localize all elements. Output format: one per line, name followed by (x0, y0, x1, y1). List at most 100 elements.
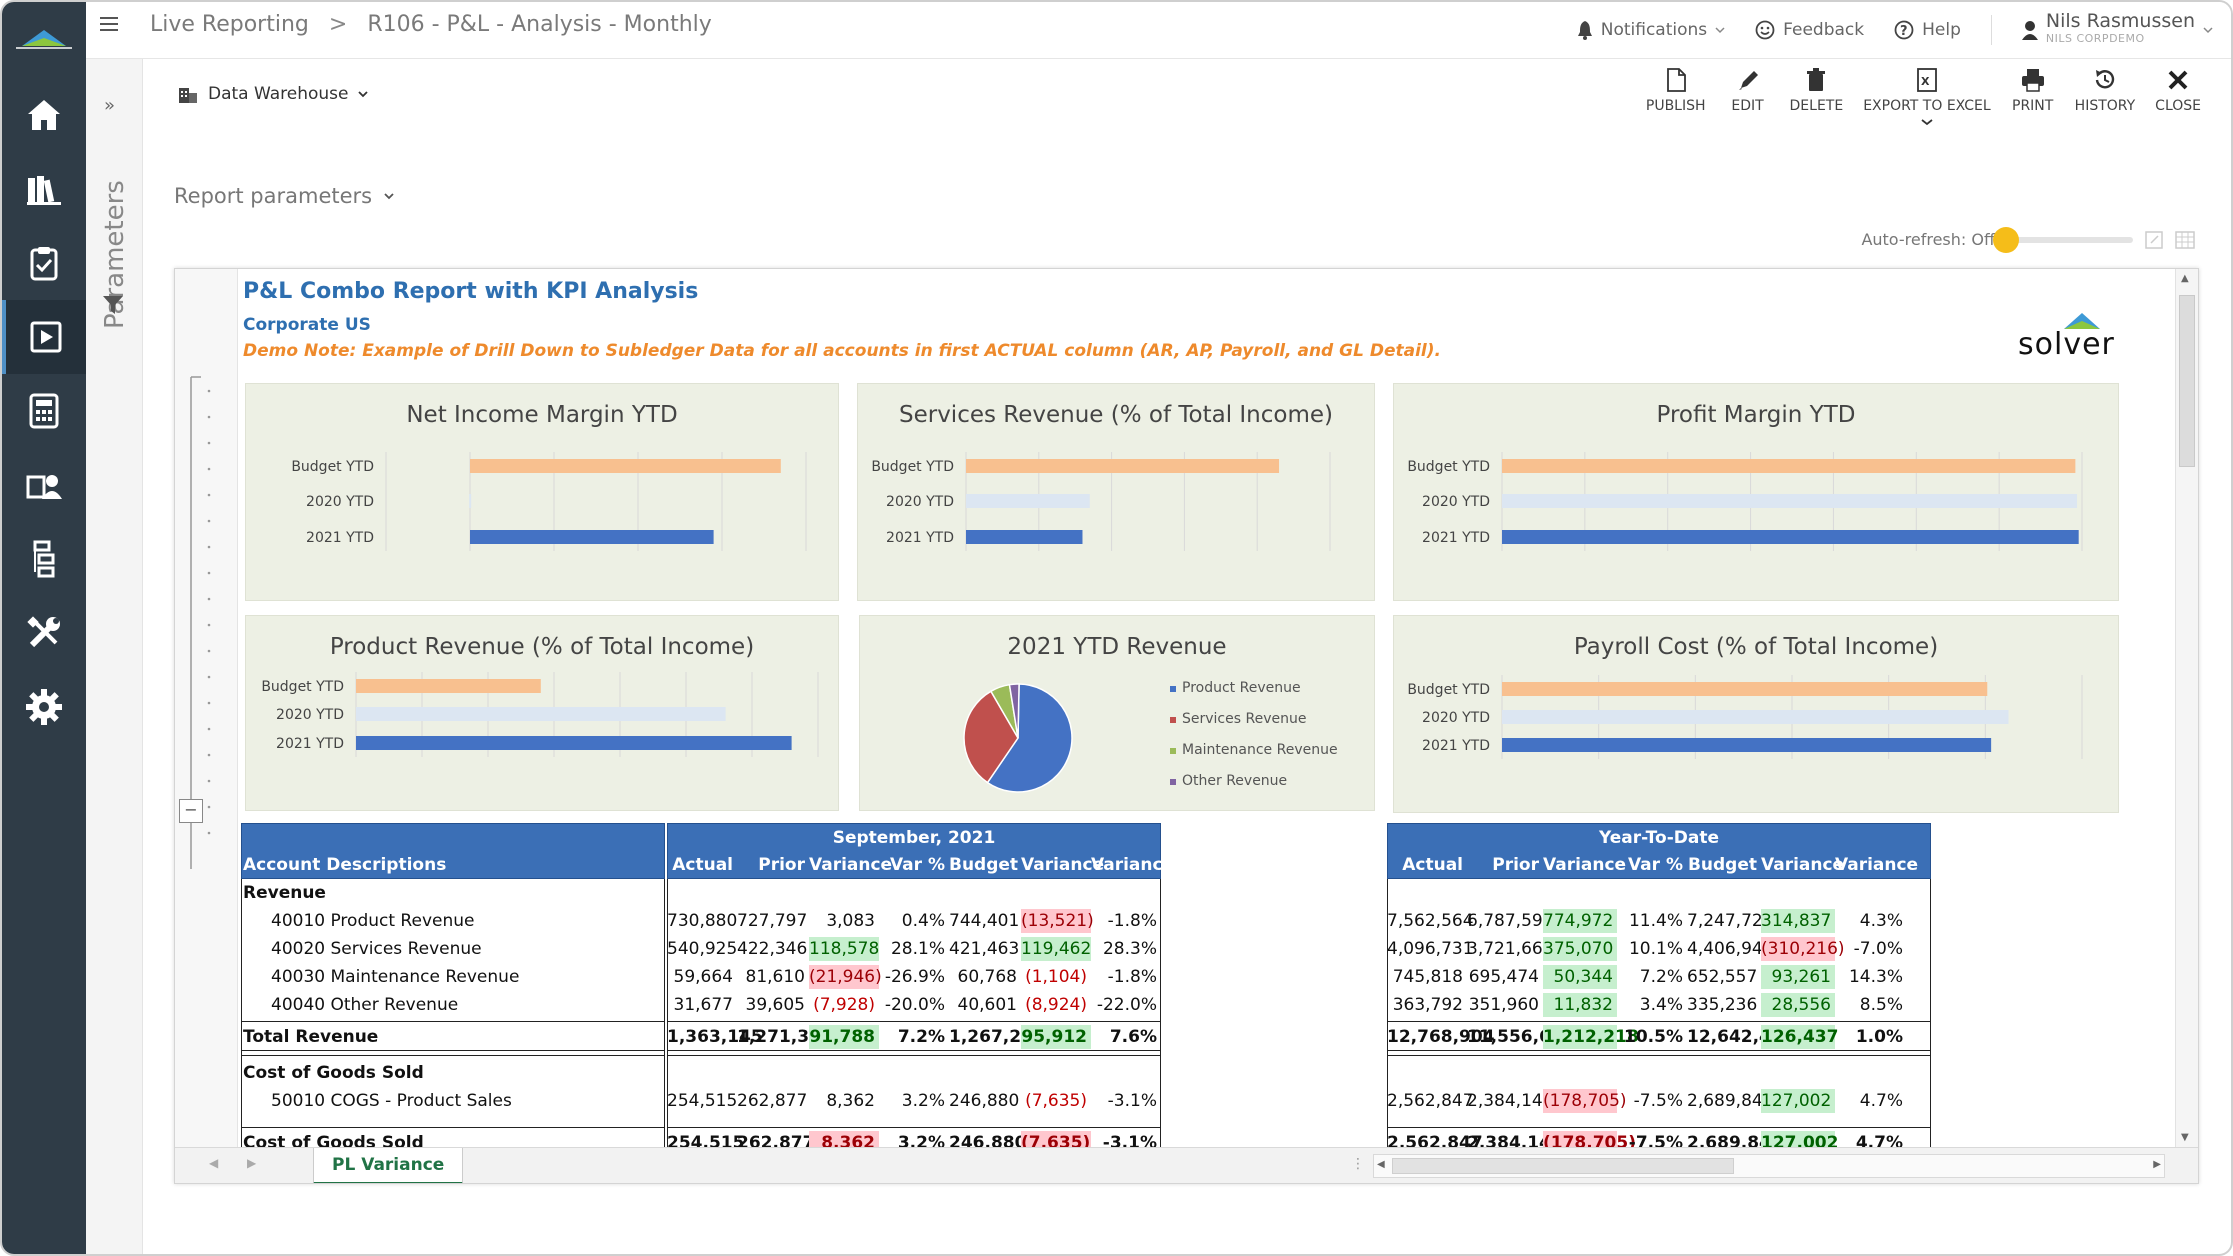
close-icon (2168, 70, 2188, 90)
history-button[interactable]: HISTORY (2075, 68, 2135, 114)
account-label[interactable]: 40010 Product Revenue (271, 907, 665, 935)
bar (356, 736, 792, 750)
report-parameters-toggle[interactable]: Report parameters (174, 184, 394, 208)
x-tick-label: 30.0% (1645, 384, 1689, 388)
account-label[interactable]: Cost of Goods Sold (243, 1059, 665, 1087)
vertical-scrollbar[interactable]: ▲ ▼ (2175, 269, 2198, 1147)
table-cell[interactable]: 254,515 (667, 1089, 737, 1113)
report-sheet: − P&L Combo Report with KPI Analysis Cor… (174, 268, 2199, 1184)
table-cell: -7.0% (1853, 939, 1903, 959)
scroll-left-icon[interactable]: ◀ (1377, 1159, 1385, 1170)
notifications-button[interactable]: Notifications (1577, 20, 1725, 40)
report-parameters-label: Report parameters (174, 184, 373, 208)
slider-knob[interactable] (1993, 226, 2019, 253)
tab-prev-icon[interactable]: ◀ (209, 1156, 218, 1170)
smile-icon (1755, 20, 1775, 40)
month-col-header: Prior Year (758, 855, 805, 903)
account-label[interactable]: 40030 Maintenance Revenue (271, 963, 665, 991)
feedback-button[interactable]: Feedback (1755, 20, 1864, 40)
table-cell: 262,877 (737, 1091, 808, 1111)
account-label[interactable]: Revenue (243, 879, 665, 907)
tools-icon[interactable] (2, 596, 86, 670)
table-cell[interactable]: 1,363,145 (667, 1025, 763, 1049)
month-col-header: Variance (1021, 855, 1105, 875)
account-label[interactable]: 40020 Services Revenue (271, 935, 665, 963)
users-icon[interactable] (2, 448, 86, 522)
x-tick-label: 58.0% (598, 616, 642, 620)
app-logo[interactable] (2, 2, 86, 78)
table-cell: 3.2% (901, 1091, 945, 1111)
ytd-col-header: Actual (1402, 855, 1463, 875)
table-cell: 6,787,593 (1467, 911, 1554, 931)
table-cell[interactable]: 31,677 (667, 993, 737, 1017)
x-tick-label: 50.0% (1811, 384, 1855, 388)
divider (1990, 15, 1992, 45)
export-to-excel-button[interactable]: X EXPORT TO EXCEL (1863, 68, 1991, 126)
tab-next-icon[interactable]: ▶ (247, 1156, 256, 1170)
user-menu[interactable]: Nils Rasmussen NILS CORPDEMO (2021, 12, 2213, 48)
scroll-down-icon[interactable]: ▼ (2181, 1132, 2189, 1143)
report-view-icon[interactable] (2, 300, 86, 374)
clipboard-check-icon[interactable] (2, 226, 86, 300)
print-button[interactable]: PRINT (2011, 68, 2055, 114)
table-cell: 422,346 (737, 939, 808, 959)
calculator-icon[interactable] (2, 374, 86, 448)
table-cell[interactable]: 730,880 (667, 909, 737, 933)
filter-icon[interactable] (102, 295, 124, 315)
hamburger-menu-icon[interactable] (100, 16, 118, 36)
user-org: NILS CORPDEMO (2045, 32, 2145, 45)
ytd-col-header: Var % (1627, 855, 1683, 875)
table-cell: 421,463 (949, 939, 1020, 959)
help-button[interactable]: ? Help (1894, 20, 1961, 40)
delete-button[interactable]: DELETE (1790, 68, 1843, 114)
bar (356, 679, 541, 693)
parameters-panel[interactable]: » Parameters (86, 59, 143, 1254)
legend-label: Maintenance Revenue (1182, 742, 1338, 758)
svg-text:X: X (1921, 75, 1930, 88)
splitter-icon[interactable]: ⋮ (1351, 1156, 1365, 1172)
account-label[interactable]: Total Revenue (243, 1023, 665, 1051)
printer-icon (2021, 69, 2044, 92)
pl-variance-table: September, 2021 Year-To-Date Account Descr… (241, 823, 2127, 1157)
category-label: Budget YTD (871, 459, 954, 475)
x-tick-label: 34.5% (1235, 384, 1279, 388)
vertical-scroll-thumb[interactable] (2179, 295, 2195, 467)
tab-pl-variance[interactable]: PL Variance (313, 1148, 464, 1183)
horizontal-scrollbar[interactable]: ◀ ▶ (1373, 1154, 2165, 1178)
table-cell: 4,096,731 (1387, 939, 1474, 959)
expand-chevron-icon[interactable]: » (104, 95, 115, 116)
account-label[interactable]: 40040 Other Revenue (271, 991, 665, 1019)
auto-refresh-slider[interactable] (1993, 226, 2133, 253)
bar-chart-svg: 30.5% 31.5% 32.5% 33.5% 34.5% 35.5% Budget YTD… (871, 384, 1352, 551)
table-cell[interactable]: 59,664 (667, 965, 737, 989)
table-cell: (8,924) (1025, 995, 1087, 1015)
publish-button[interactable]: PUBLISH (1646, 68, 1706, 114)
data-source-selector[interactable]: Data Warehouse (178, 84, 369, 104)
horizontal-scroll-thumb[interactable] (1392, 1158, 1734, 1174)
account-label[interactable]: 50010 COGS - Product Sales (271, 1087, 665, 1115)
bar (966, 459, 1280, 473)
close-button[interactable]: CLOSE (2155, 68, 2201, 114)
ytd-col-header: Variance (1761, 855, 1845, 875)
expand-icon[interactable] (2145, 230, 2163, 249)
chevron-down-icon[interactable] (1921, 118, 1933, 126)
print-label: PRINT (2012, 98, 2054, 114)
settings-icon[interactable] (2, 670, 86, 744)
x-tick-label: 59.0% (730, 616, 774, 620)
scroll-right-icon[interactable]: ▶ (2153, 1159, 2161, 1170)
chart-net-income-margin: Net Income Margin YTD -1.0%0.0%1.0%2.0%3… (245, 383, 839, 601)
collapse-group-button[interactable]: − (179, 799, 203, 823)
auto-refresh-label: Auto-refresh: Off (1861, 230, 1995, 249)
scroll-up-icon[interactable]: ▲ (2181, 273, 2189, 284)
chevron-down-icon (2203, 27, 2213, 34)
home-icon[interactable] (2, 78, 86, 152)
table-cell: (7,635) (1025, 1091, 1087, 1111)
hierarchy-icon[interactable] (2, 522, 86, 596)
library-icon[interactable] (2, 152, 86, 226)
bar (1502, 494, 2078, 508)
grid-icon[interactable] (2175, 230, 2195, 249)
chart-profit-margin: Profit Margin YTD 10.0%20.0%30.0%40.0%50… (1393, 383, 2119, 601)
edit-button[interactable]: EDIT (1726, 68, 1770, 114)
table-cell[interactable]: 540,925 (667, 937, 737, 961)
breadcrumb-live-reporting[interactable]: Live Reporting (150, 12, 309, 37)
